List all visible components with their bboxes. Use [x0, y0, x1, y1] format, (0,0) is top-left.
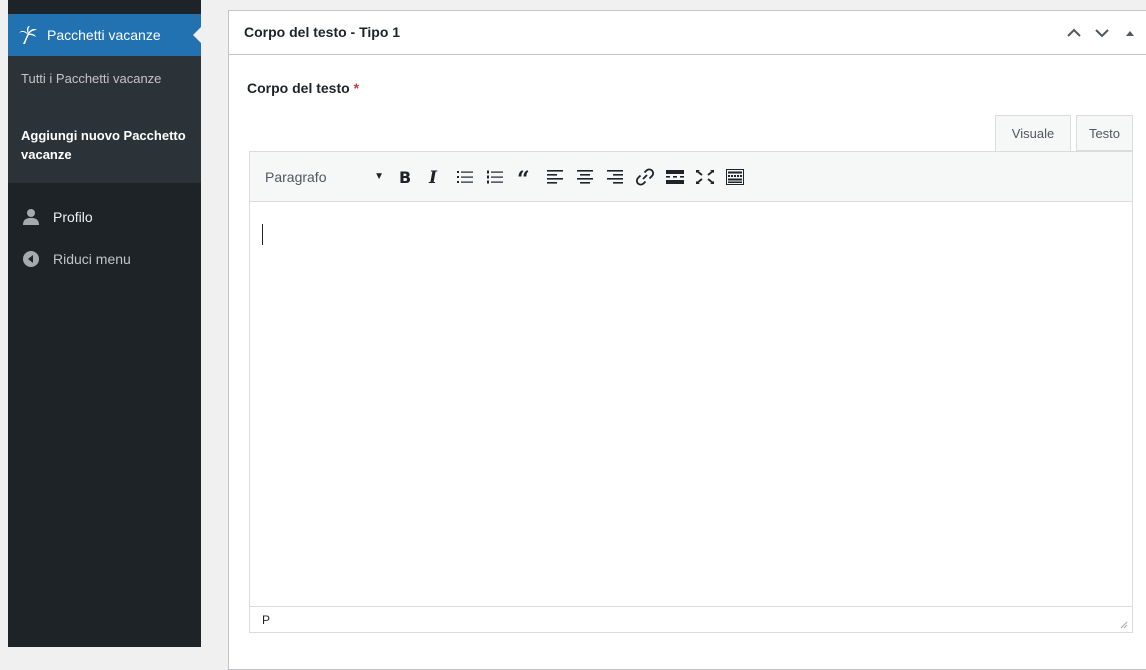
svg-text:I: I [428, 169, 438, 185]
align-center-button[interactable] [572, 162, 598, 192]
bulleted-list-icon [457, 170, 473, 183]
align-left-button[interactable] [542, 162, 568, 192]
tab-testo[interactable]: Testo [1076, 115, 1133, 151]
editor-content-area[interactable] [250, 202, 1132, 607]
resize-handle-icon[interactable] [1118, 619, 1128, 629]
user-icon [21, 207, 41, 227]
sidebar-item-profilo[interactable]: Profilo [8, 200, 201, 234]
rich-text-editor: Paragrafo ▼ B I “ P [249, 151, 1133, 633]
tab-visuale[interactable]: Visuale [995, 115, 1071, 152]
chevron-up-icon[interactable] [1064, 23, 1084, 43]
sidebar-item-label: Pacchetti vacanze [47, 27, 161, 43]
field-label: Corpo del testo * [247, 80, 359, 96]
blockquote-button[interactable]: “ [512, 162, 538, 192]
read-more-button[interactable] [662, 162, 688, 192]
submenu-item-tutti-pacchetti[interactable]: Tutti i Pacchetti vacanze [21, 69, 191, 88]
current-menu-pointer [193, 26, 202, 44]
bulleted-list-button[interactable] [452, 162, 478, 192]
text-cursor [262, 224, 263, 245]
italic-button[interactable]: I [422, 162, 448, 192]
numbered-list-button[interactable] [482, 162, 508, 192]
fullscreen-button[interactable] [692, 162, 718, 192]
editor-toolbar: Paragrafo ▼ B I “ [250, 152, 1132, 202]
read-more-icon [666, 169, 684, 184]
palm-tree-icon [18, 25, 38, 45]
align-center-icon [577, 169, 593, 184]
chevron-down-icon[interactable] [1092, 23, 1112, 43]
svg-text:B: B [399, 169, 411, 185]
meta-box-title: Corpo del testo - Tipo 1 [244, 24, 401, 40]
required-mark: * [353, 80, 360, 96]
sidebar-item-label: Riduci menu [53, 251, 131, 267]
align-right-button[interactable] [602, 162, 628, 192]
triangle-up-icon[interactable] [1120, 23, 1140, 43]
dropdown-arrow-icon: ▼ [374, 171, 384, 182]
blockquote-icon: “ [517, 170, 530, 184]
fullscreen-icon [696, 169, 714, 184]
italic-icon: I [428, 169, 438, 185]
field-label-text: Corpo del testo [247, 80, 350, 96]
meta-box-controls [1064, 23, 1140, 43]
meta-box: Corpo del testo - Tipo 1 Corpo del testo… [228, 10, 1146, 670]
bold-icon: B [399, 169, 411, 185]
svg-text:“: “ [517, 170, 530, 184]
format-select[interactable]: Paragrafo ▼ [258, 161, 392, 193]
align-left-icon [547, 169, 563, 184]
toolbar-toggle-button[interactable] [722, 162, 748, 192]
link-icon [636, 167, 654, 186]
keyboard-icon [726, 168, 744, 185]
bold-button[interactable]: B [392, 162, 418, 192]
collapse-arrow-icon [21, 249, 41, 269]
sidebar-item-riduci-menu[interactable]: Riduci menu [8, 242, 201, 276]
align-right-icon [607, 169, 623, 184]
numbered-list-icon [487, 170, 503, 183]
sidebar-item-pacchetti-vacanze[interactable]: Pacchetti vacanze [8, 14, 202, 56]
sidebar-submenu: Tutti i Pacchetti vacanze Aggiungi nuovo… [8, 56, 201, 183]
editor-statusbar: P [250, 606, 1132, 632]
admin-sidebar: Pacchetti vacanze Tutti i Pacchetti vaca… [8, 0, 202, 647]
format-select-value: Paragrafo [265, 168, 327, 185]
submenu-item-aggiungi-nuovo[interactable]: Aggiungi nuovo Pacchetto vacanze [21, 126, 191, 164]
meta-box-header: Corpo del testo - Tipo 1 [229, 11, 1146, 55]
sidebar-item-label: Profilo [53, 209, 93, 225]
element-path[interactable]: P [262, 613, 270, 627]
insert-link-button[interactable] [632, 162, 658, 192]
